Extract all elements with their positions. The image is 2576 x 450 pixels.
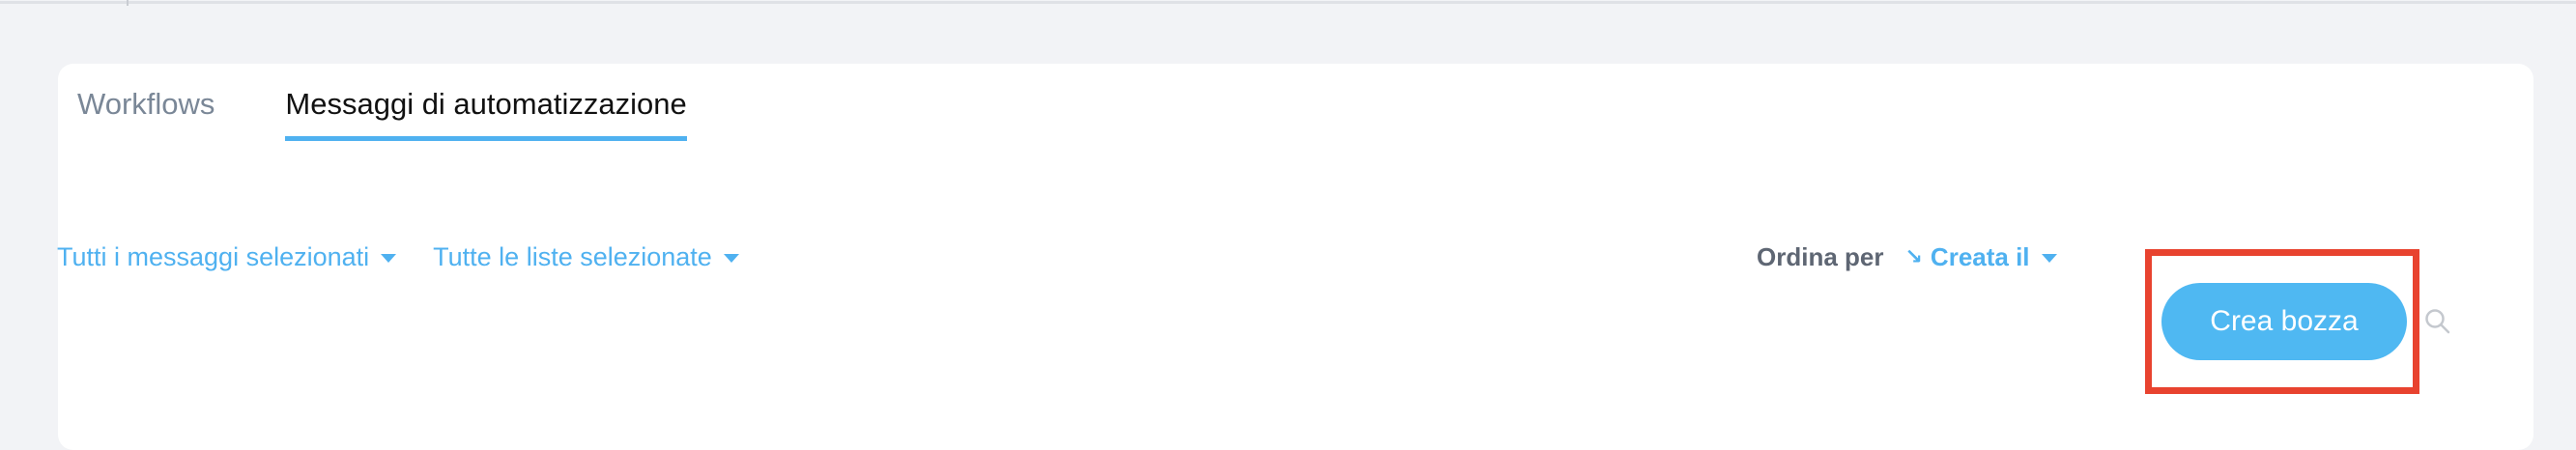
caret-down-icon <box>2041 253 2057 263</box>
filter-bar: Tutti i messaggi selezionati Tutte le li… <box>57 238 739 276</box>
top-bar <box>0 0 2576 6</box>
sort-label: Ordina per <box>1757 241 1884 271</box>
lists-filter-label: Tutte le liste selezionate <box>433 241 712 271</box>
top-bar-divider <box>127 0 129 6</box>
search-icon[interactable] <box>2423 307 2452 336</box>
create-draft-button[interactable]: Crea bozza <box>2161 283 2407 360</box>
lists-filter-dropdown[interactable]: Tutte le liste selezionate <box>433 242 739 272</box>
caret-down-icon <box>723 253 739 263</box>
messages-filter-dropdown[interactable]: Tutti i messaggi selezionati <box>57 241 397 272</box>
messages-filter-label: Tutti i messaggi selezionati <box>57 241 370 271</box>
tab-bar: Workflows Messaggi di automatizzazione <box>77 85 687 211</box>
sort-descending-icon: ↘ <box>1904 244 1923 268</box>
sort-dropdown[interactable]: ↘ Creata il <box>1904 241 2057 272</box>
tab-workflows[interactable]: Workflows <box>77 85 215 141</box>
tab-automation-messages[interactable]: Messaggi di automatizzazione <box>285 85 687 141</box>
sort-control: Ordina per ↘ Creata il <box>1757 238 2057 276</box>
sort-value: Creata il <box>1930 241 2030 271</box>
caret-down-icon <box>381 253 397 263</box>
